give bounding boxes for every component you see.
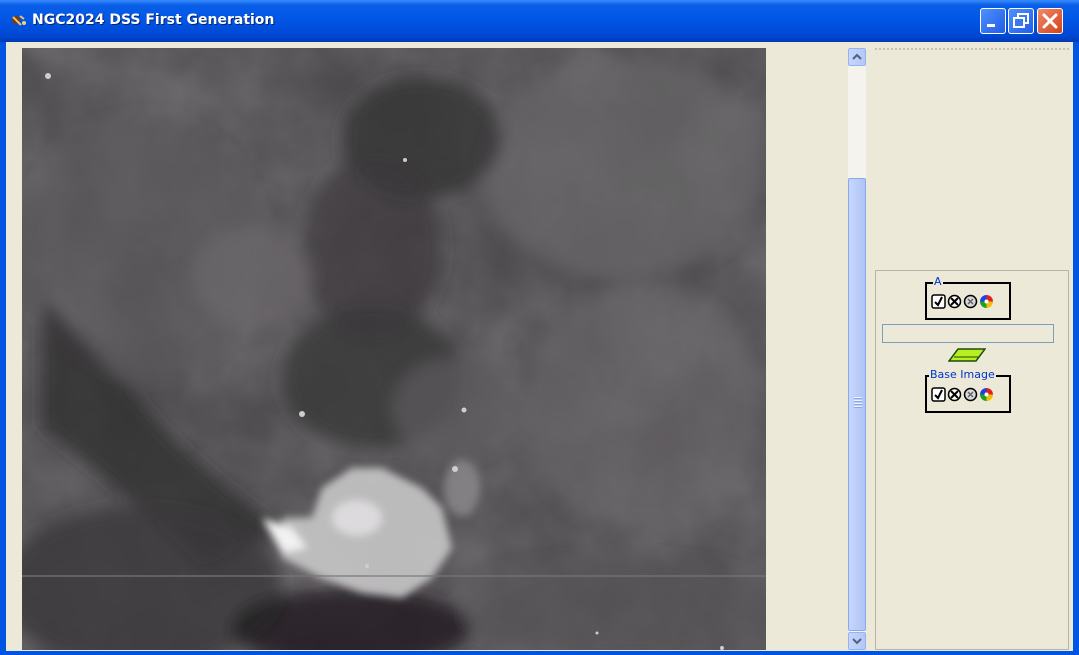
delete-icon[interactable]: [947, 294, 962, 309]
layer-panel: A Base Image: [875, 270, 1069, 650]
scroll-up-button[interactable]: [848, 48, 866, 66]
layer-group-base-image: Base Image: [925, 368, 1011, 413]
color-wheel-icon[interactable]: [979, 294, 994, 309]
app-icon: [12, 15, 26, 26]
title-bar[interactable]: NGC2024 DSS First Generation: [0, 0, 1079, 42]
chevron-down-icon: [852, 638, 862, 645]
settings-icon[interactable]: [963, 387, 978, 402]
scroll-down-button[interactable]: [848, 632, 866, 650]
check-icon[interactable]: [931, 294, 946, 309]
restore-icon: [1013, 13, 1029, 28]
nebula-image-view[interactable]: [22, 48, 766, 650]
astronomy-image-icon: [22, 48, 766, 650]
settings-icon[interactable]: [963, 294, 978, 309]
chevron-up-icon: [852, 53, 862, 60]
window-title: NGC2024 DSS First Generation: [32, 12, 275, 28]
delete-icon[interactable]: [947, 387, 962, 402]
layer-stack-icon: [948, 348, 986, 362]
layer-group-a: A: [925, 275, 1011, 320]
layer-label-base-image: Base Image: [929, 368, 996, 381]
close-button[interactable]: [1037, 8, 1063, 34]
check-icon[interactable]: [931, 387, 946, 402]
app-window: NGC2024 DSS First Generation A Base Imag…: [0, 0, 1079, 655]
upper-side-panel: [875, 48, 1069, 264]
restore-button[interactable]: [1008, 8, 1034, 34]
color-wheel-icon[interactable]: [979, 387, 994, 402]
close-icon: [1042, 13, 1058, 29]
minimize-button[interactable]: [980, 8, 1006, 34]
thumb-grip-icon: [854, 397, 862, 409]
minimize-icon: [987, 24, 995, 27]
layer-label-a: A: [933, 275, 943, 288]
vertical-scrollbar[interactable]: [848, 48, 866, 650]
layer-text-field[interactable]: [882, 324, 1054, 343]
scroll-thumb[interactable]: [848, 178, 866, 631]
client-area: A Base Image: [6, 42, 1073, 651]
